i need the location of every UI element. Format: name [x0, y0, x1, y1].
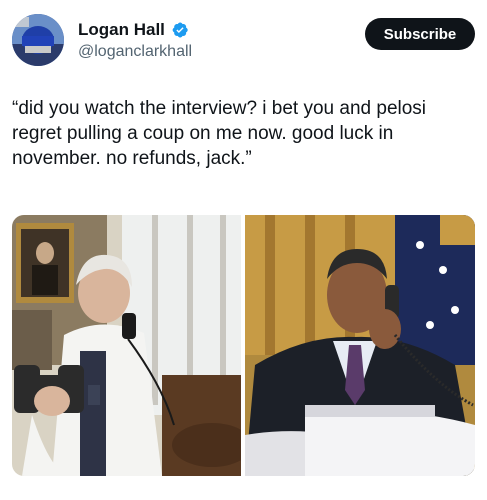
- subscribe-button[interactable]: Subscribe: [365, 18, 475, 50]
- photo-man-with-dumbbell-on-phone[interactable]: [12, 215, 241, 476]
- photo-man-in-suit-on-phone[interactable]: [245, 215, 475, 476]
- author-name[interactable]: Logan Hall: [78, 20, 165, 40]
- verified-badge-icon: [171, 21, 189, 39]
- tweet-media[interactable]: [12, 215, 475, 476]
- avatar-image: [12, 14, 64, 66]
- name-row: Logan Hall: [78, 20, 189, 40]
- tweet-header: Logan Hall @loganclarkhall Subscribe: [12, 14, 475, 66]
- avatar[interactable]: [12, 14, 64, 66]
- author-handle[interactable]: @loganclarkhall: [78, 43, 192, 61]
- tweet-text: “did you watch the interview? i bet you …: [12, 98, 427, 169]
